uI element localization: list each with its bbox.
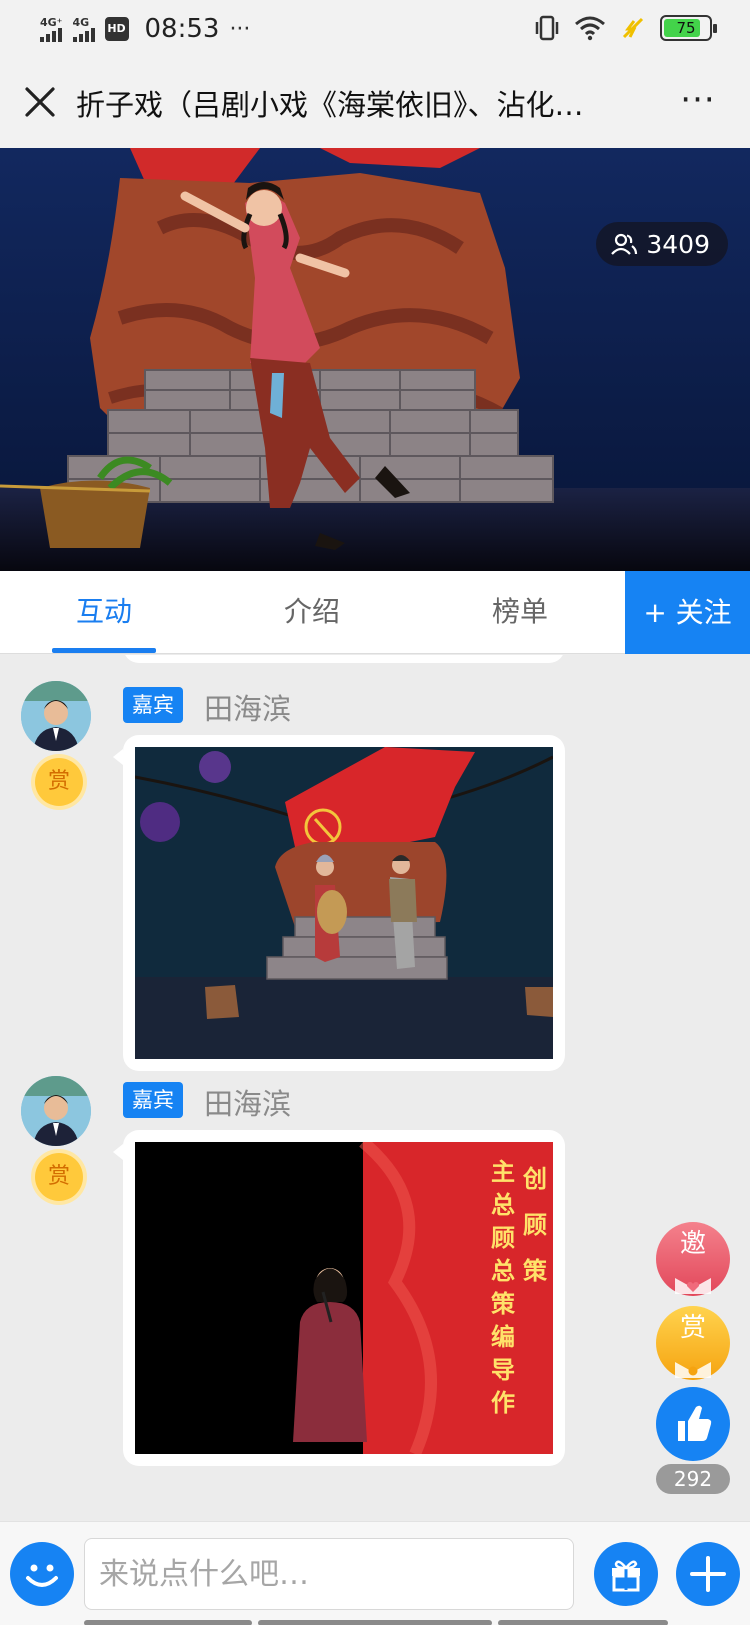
post-bubble[interactable]: 主总顾总策编导作 创顾策 — [113, 1130, 565, 1466]
reward-badge[interactable]: 赏 — [35, 1153, 83, 1201]
avatar[interactable] — [21, 1076, 91, 1146]
tab-introduction[interactable]: 介绍 — [222, 571, 402, 654]
hd-voice-icon: HD — [104, 17, 129, 41]
battery-icon: 75 — [660, 15, 717, 41]
avatar[interactable] — [21, 681, 91, 751]
author-name: 田海滨 — [204, 692, 292, 726]
banner-text-1: 主总顾总策编导作 — [491, 1158, 515, 1417]
gift-icon — [612, 1560, 640, 1592]
close-button[interactable] — [18, 80, 62, 124]
guest-avatar-image — [21, 681, 91, 751]
emoji-button[interactable] — [10, 1542, 74, 1606]
active-tab-indicator — [52, 648, 156, 653]
follow-button[interactable]: + 关注 — [625, 571, 750, 654]
network-type-2: 4G — [72, 15, 90, 29]
post-bubble[interactable] — [113, 735, 565, 1071]
guest-tag: 嘉宾 — [123, 687, 183, 723]
viewers-icon — [611, 233, 638, 255]
power-saving-icon — [622, 17, 644, 39]
battery-level: 75 — [676, 19, 696, 37]
like-count: 292 — [656, 1464, 730, 1494]
banner-text-2: 创顾策 — [523, 1165, 547, 1285]
network-type-1: 4G⁺ — [40, 15, 63, 29]
viewer-count: 3409 — [646, 229, 710, 259]
tab-interaction[interactable]: 互动 — [14, 571, 194, 654]
reward-button[interactable]: 赏 — [656, 1306, 730, 1380]
gesture-bar-segment — [498, 1620, 668, 1625]
reward-badge[interactable]: 赏 — [35, 758, 83, 806]
gift-button[interactable] — [594, 1542, 658, 1606]
comment-input[interactable] — [84, 1538, 574, 1610]
title-bar: 折子戏（吕剧小戏《海棠依旧》、沾化… ··· — [0, 60, 750, 148]
clock: 08:53 — [144, 14, 220, 44]
gesture-bar-segment — [84, 1620, 252, 1625]
stage-performance-image — [0, 148, 750, 571]
reward-label: 赏 — [679, 1313, 706, 1343]
viewer-count-badge: 3409 — [596, 222, 728, 266]
wifi-icon — [575, 16, 605, 41]
more-notifications-icon: ··· — [229, 16, 251, 42]
author-name: 田海滨 — [204, 1087, 292, 1121]
guest-tag: 嘉宾 — [123, 1082, 183, 1118]
plus-icon — [690, 1556, 726, 1592]
more-options-button[interactable]: ··· — [670, 80, 726, 124]
guest-avatar-image — [21, 1076, 91, 1146]
coin-envelope-icon — [675, 1362, 711, 1378]
stage-photo-image — [135, 747, 553, 1059]
live-video-player[interactable]: 3409 — [0, 148, 750, 571]
status-bar: 4G⁺ 4G HD 08:53 ··· 75 — [0, 0, 750, 60]
emoji-icon — [26, 1564, 58, 1587]
post-photo[interactable] — [135, 747, 553, 1059]
page-title: 折子戏（吕剧小戏《海棠依旧》、沾化… — [76, 88, 584, 122]
heart-envelope-icon — [675, 1278, 711, 1294]
thumbs-up-icon — [678, 1405, 712, 1441]
post-photo[interactable]: 主总顾总策编导作 创顾策 — [135, 1142, 553, 1454]
comment-bar — [0, 1521, 750, 1625]
vibrate-icon — [535, 15, 559, 41]
interaction-feed[interactable]: 赏 嘉宾 田海滨 赏 嘉宾 田海滨 主总顾总策编导作 创顾策 — [0, 655, 750, 1521]
invite-label: 邀 — [679, 1229, 706, 1259]
signal-indicator-2: 4G — [72, 15, 95, 42]
close-icon — [25, 87, 55, 117]
tab-bar: 互动 介绍 榜单 + 关注 — [0, 571, 750, 654]
like-button[interactable] — [656, 1387, 730, 1461]
gesture-bar-segment — [258, 1620, 492, 1625]
more-actions-button[interactable] — [676, 1542, 740, 1606]
signal-indicator-1: 4G⁺ — [40, 17, 63, 42]
tab-leaderboard[interactable]: 榜单 — [430, 571, 610, 654]
invite-button[interactable]: 邀 — [656, 1222, 730, 1296]
previous-post-bubble[interactable] — [123, 655, 565, 663]
